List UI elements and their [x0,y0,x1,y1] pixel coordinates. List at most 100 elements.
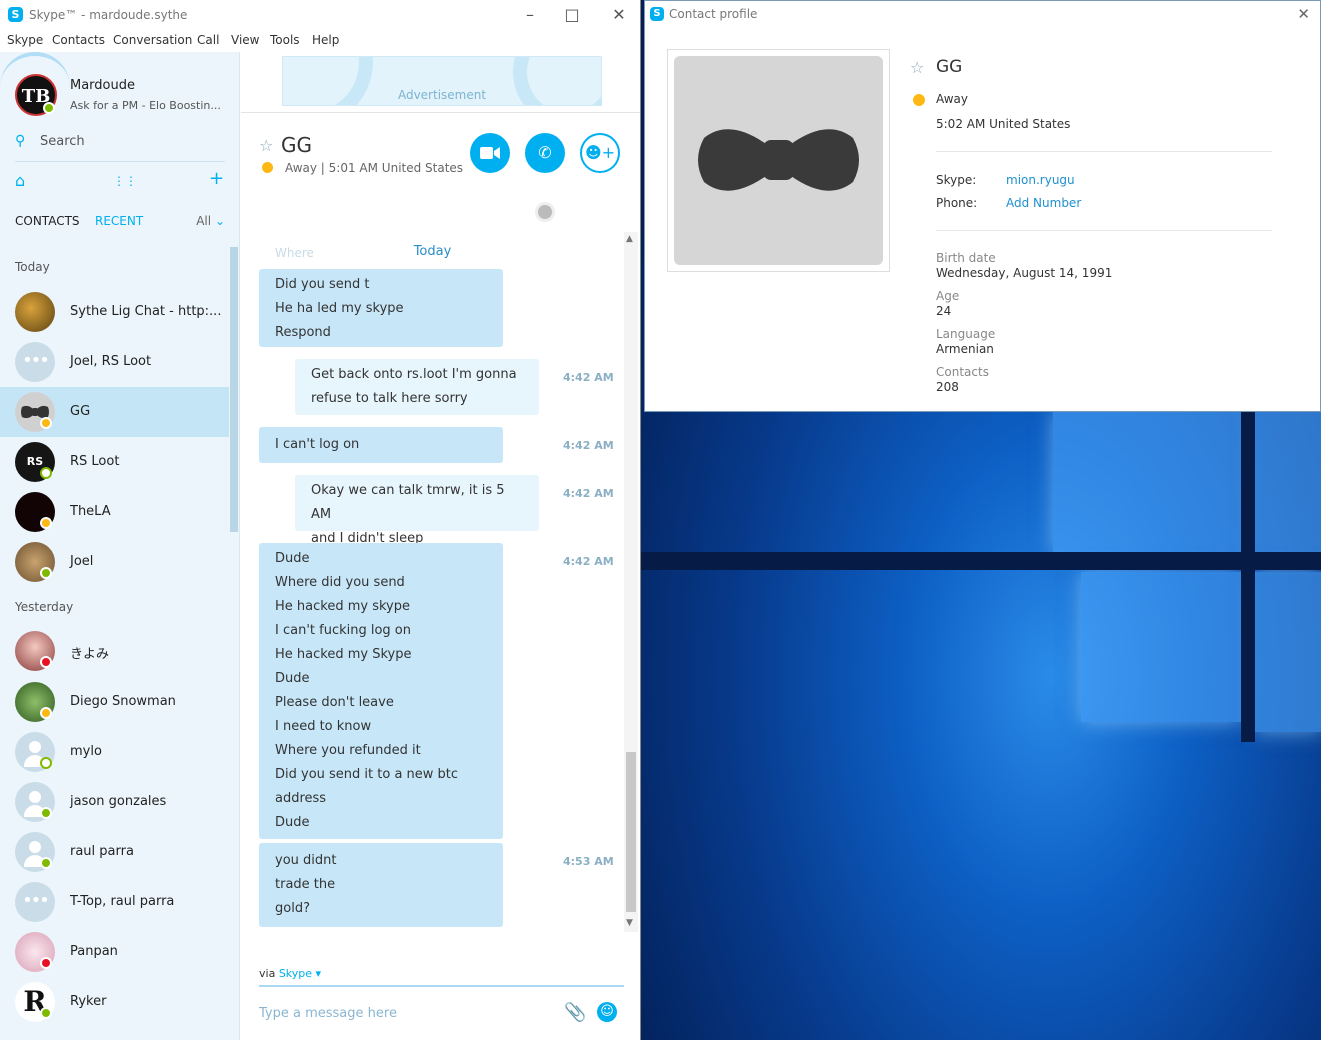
recent-item-raul-parra[interactable]: raul parra [0,827,229,877]
favorite-star-icon[interactable]: ☆ [259,136,273,155]
close-button[interactable]: ✕ [1297,5,1310,23]
message-bubble-received[interactable]: Did you send t He ha led my skype Respon… [259,269,503,347]
chevron-down-icon: ⌄ [214,214,225,228]
window-pane [1081,572,1241,722]
recent-item-kiyomi[interactable]: きよみ [0,626,229,676]
message-timestamp: 4:42 AM [563,487,614,500]
recent-item-t-top-raul-parra[interactable]: T-Top, raul parra [0,877,229,927]
contacts-count-label: Contacts [936,365,989,379]
audio-call-button[interactable]: ✆ [525,133,565,173]
add-people-button[interactable]: ☻+ [580,133,620,173]
message-line: address [275,791,327,806]
avatar [15,292,55,332]
recent-item-joel[interactable]: Joel [0,537,229,587]
tab-recent[interactable]: RECENT [95,214,143,228]
contact-tabs: CONTACTS RECENT All ⌄ [15,214,225,234]
via-prefix: via [259,967,276,980]
tab-contacts[interactable]: CONTACTS [15,214,80,228]
contact-name: raul parra [70,844,134,859]
recent-item-mylo[interactable]: mylo [0,727,229,777]
recent-item-jason-gonzales[interactable]: jason gonzales [0,777,229,827]
minimize-button[interactable]: – [515,4,545,26]
menu-help[interactable]: Help [312,33,339,47]
close-button[interactable]: ✕ [604,4,634,26]
message-input[interactable]: Type a message here [259,1006,397,1021]
window-title: Skype™ - mardoude.sythe [29,8,188,22]
sidebar-toolbar: ⌂ ⋮⋮ + [0,167,240,197]
my-mood-message[interactable]: Ask for a PM - Elo Boostin... [70,99,221,112]
favorite-star-icon[interactable]: ☆ [910,58,924,77]
video-camera-icon [480,147,500,159]
message-timestamp: 4:42 AM [563,555,614,568]
menu-call[interactable]: Call [197,33,219,47]
bowtie-icon [698,129,859,191]
online-status-icon [43,102,55,114]
contact-profile-window: S Contact profile ✕ ☆ GG Away 5:02 AM Un… [644,0,1321,412]
contacts-sidebar: TB Mardoude Ask for a PM - Elo Boostin..… [0,52,240,1040]
via-selector[interactable]: via Skype ▾ [259,967,321,980]
online-status-icon [40,807,52,819]
recent-item-joel-rs-loot[interactable]: Joel, RS Loot [0,337,229,387]
video-call-button[interactable] [470,133,510,173]
message-line: Did you send t [275,277,370,292]
recent-item-ryker[interactable]: R Ryker [0,977,229,1027]
away-status-icon [40,707,52,719]
away-status-icon [40,517,52,529]
skype-id-value[interactable]: mion.ryugu [1006,173,1075,187]
menu-conversation[interactable]: Conversation [113,33,192,47]
message-line: Did you send it to a new btc [275,767,459,782]
add-person-icon: ☻+ [584,143,616,162]
message-line: Please don't leave [275,695,394,710]
my-name[interactable]: Mardoude [70,78,135,93]
message-bubble-received[interactable]: you didnt trade the gold? [259,843,503,927]
message-line: Dude [275,551,310,566]
divider [936,151,1272,152]
recent-item-gg[interactable]: GG [0,387,229,437]
offline-status-icon [40,757,52,769]
add-number-link[interactable]: Add Number [1006,196,1081,210]
maximize-button[interactable]: □ [557,4,587,26]
home-icon[interactable]: ⌂ [15,171,25,190]
group-avatar-icon [15,882,55,922]
message-timestamp: 4:42 AM [563,371,614,384]
recent-item-thela[interactable]: TheLA [0,487,229,537]
sidebar-scrollbar[interactable] [230,247,238,532]
add-icon[interactable]: + [209,168,224,189]
filter-dropdown[interactable]: All ⌄ [196,214,225,228]
profile-status: Away [936,92,968,106]
scrollbar-thumb[interactable] [626,752,636,912]
recent-item-diego-snowman[interactable]: Diego Snowman [0,677,229,727]
message-bubble-sent[interactable]: Okay we can talk tmrw, it is 5 AM and I … [295,475,539,546]
conversation-contact-name[interactable]: GG [281,133,312,157]
menu-tools[interactable]: Tools [270,33,300,47]
conversation-header: ☆ GG Away | 5:01 AM United States ✆ ☻+ [241,112,640,212]
emoticon-icon[interactable]: ☺ [597,1002,617,1022]
message-line: Where you refunded it [275,743,421,758]
message-line: He hacked my Skype [275,647,412,662]
menu-contacts[interactable]: Contacts [52,33,105,47]
menu-view[interactable]: View [231,33,259,47]
contact-name: T-Top, raul parra [70,894,175,909]
scroll-up-icon[interactable]: ▲ [626,234,633,244]
recent-item-sythe-lig-chat[interactable]: Sythe Lig Chat - http:... [0,287,229,337]
recent-item-rs-loot[interactable]: RS RS Loot [0,437,229,487]
language-value: Armenian [936,342,994,356]
menu-skype[interactable]: Skype [7,33,43,47]
skype-logo-icon: S [650,7,664,21]
away-status-icon [262,162,273,173]
search-box[interactable]: ⚲ Search [15,132,225,162]
contact-name: GG [70,404,91,419]
recent-item-panpan[interactable]: Panpan [0,927,229,977]
section-today: Today [15,260,50,274]
message-line: He ha led my skype [275,301,404,316]
scroll-down-icon[interactable]: ▼ [626,918,633,928]
message-bubble-received[interactable]: Dude Where did you send He hacked my sky… [259,543,503,839]
dialpad-icon[interactable]: ⋮⋮ [113,174,137,188]
message-bubble-sent[interactable]: Get back onto rs.loot I'm gonna refuse t… [295,359,539,415]
message-scrollbar[interactable]: ▲ ▼ [624,232,638,932]
globe-icon[interactable] [535,202,555,222]
paperclip-icon[interactable]: 📎 [564,1002,586,1023]
advertisement-banner[interactable]: Advertisement [282,56,602,106]
message-bubble-received[interactable]: I can't log on [259,427,503,463]
title-bar[interactable]: S Skype™ - mardoude.sythe – □ ✕ [0,0,640,30]
